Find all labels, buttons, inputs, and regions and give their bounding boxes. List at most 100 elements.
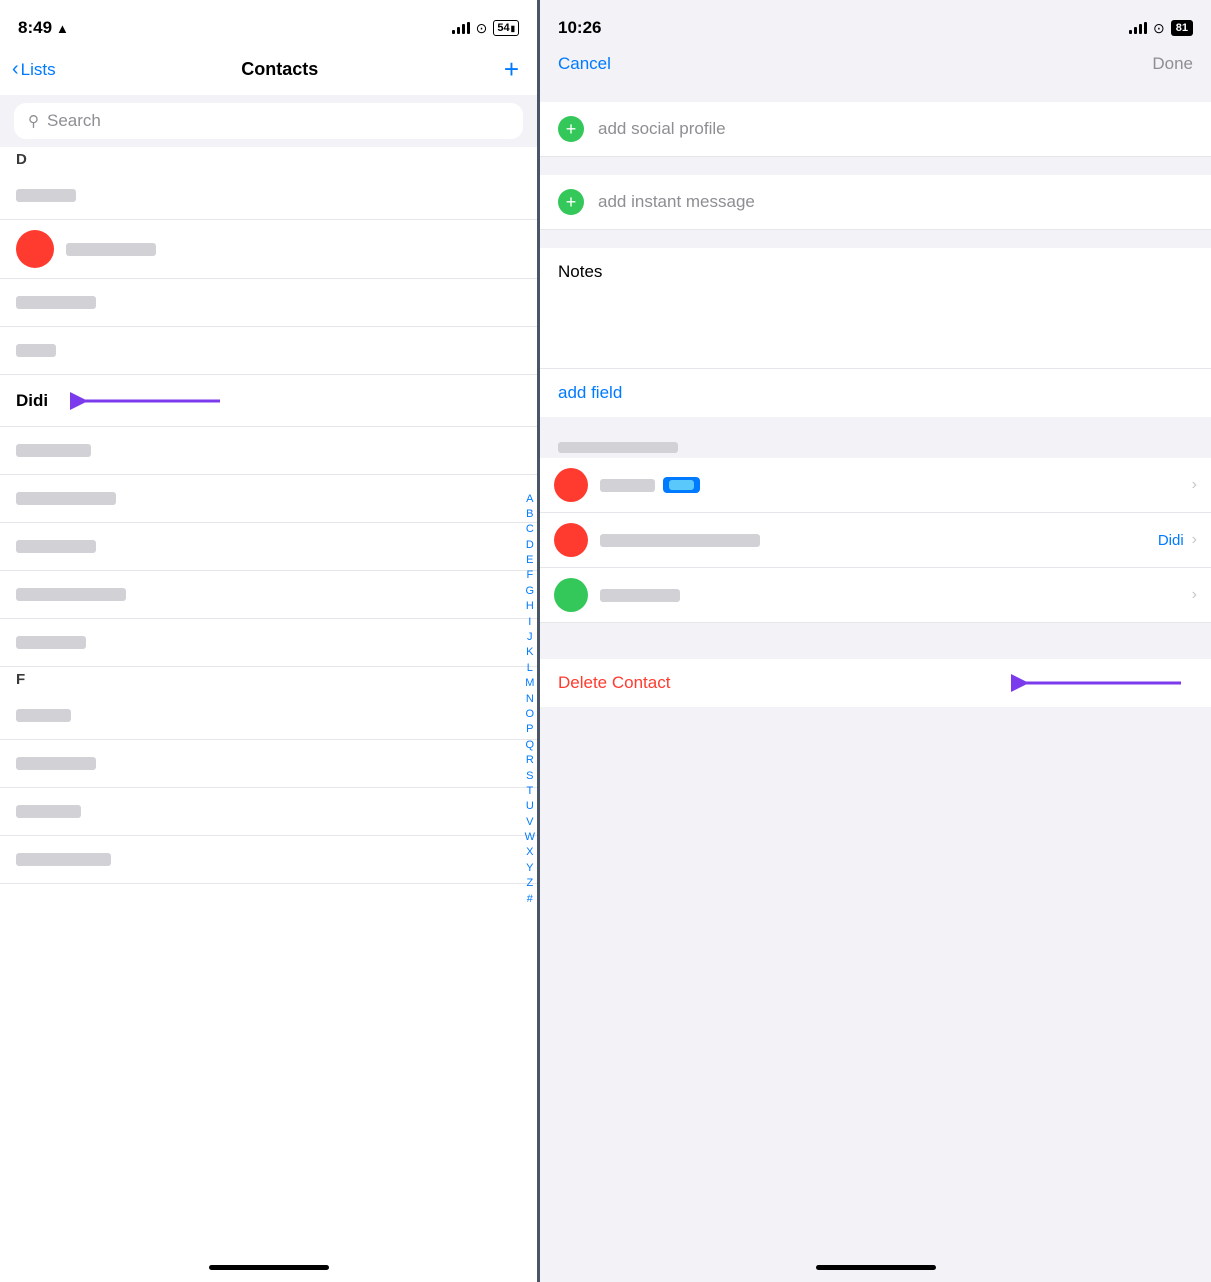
alpha-Y[interactable]: Y (526, 861, 533, 876)
contact-name-blur (16, 853, 111, 866)
alpha-L[interactable]: L (527, 661, 533, 676)
page-title: Contacts (241, 59, 318, 80)
section-f: F (0, 667, 537, 692)
add-instant-message-row[interactable]: + add instant message (540, 175, 1211, 230)
plus-icon: + (566, 120, 577, 138)
list-item[interactable] (0, 692, 537, 740)
home-indicator-right (540, 1252, 1211, 1282)
list-item[interactable] (0, 523, 537, 571)
chevron-left-icon: ‹ (12, 58, 19, 81)
alpha-I[interactable]: I (528, 615, 531, 630)
right-content: + add social profile + add instant messa… (540, 84, 1211, 1252)
didi-contact-row[interactable]: Didi (0, 375, 537, 427)
linked-name-blur-2 (600, 534, 1158, 547)
right-panel: 10:26 ⊙ 81 Cancel Done + add social prof (540, 0, 1211, 1282)
notes-section[interactable]: Notes (540, 248, 1211, 368)
blurred-section-title (558, 439, 1193, 458)
list-item[interactable] (0, 427, 537, 475)
alpha-B[interactable]: B (526, 507, 533, 522)
done-button[interactable]: Done (1152, 54, 1193, 74)
battery-icon: 54 ▮ (493, 20, 519, 36)
linked-contact-3[interactable]: › (540, 568, 1211, 623)
alpha-X[interactable]: X (526, 846, 533, 861)
linked-didi-name: Didi (1158, 532, 1184, 549)
alpha-O[interactable]: O (526, 707, 535, 722)
contact-name-blur (16, 588, 126, 601)
linked-contact-1[interactable]: › (540, 458, 1211, 513)
status-icons-right: ⊙ 81 (1129, 20, 1193, 37)
search-bar-container: ⚲ Search (0, 95, 537, 147)
section-gap-5 (540, 623, 1211, 641)
plus-icon-2: + (566, 193, 577, 211)
alpha-H[interactable]: H (526, 599, 534, 614)
alpha-Z[interactable]: Z (526, 876, 533, 891)
alpha-E[interactable]: E (526, 553, 533, 568)
list-item[interactable] (0, 619, 537, 667)
location-icon: ▲ (56, 21, 69, 36)
list-item[interactable] (0, 836, 537, 884)
contact-name-blur (16, 296, 96, 309)
alpha-T[interactable]: T (526, 784, 533, 799)
back-button[interactable]: ‹ Lists (12, 58, 56, 81)
list-item[interactable] (0, 788, 537, 836)
alphabet-index[interactable]: A B C D E F G H I J K L M N O P Q R S T … (525, 492, 535, 908)
alpha-W[interactable]: W (525, 830, 535, 845)
contact-name-blur (16, 709, 71, 722)
contact-name-blur (16, 636, 86, 649)
contact-name-blur (16, 805, 81, 818)
avatar (16, 230, 54, 268)
list-item[interactable] (0, 475, 537, 523)
search-bar[interactable]: ⚲ Search (14, 103, 523, 139)
home-indicator-left (0, 1252, 537, 1282)
time-right: 10:26 (558, 18, 601, 38)
delete-contact-section[interactable]: Delete Contact (540, 659, 1211, 707)
linked-contact-2[interactable]: Didi › (540, 513, 1211, 568)
alpha-K[interactable]: K (526, 646, 533, 661)
alpha-A[interactable]: A (526, 492, 533, 507)
alpha-N[interactable]: N (526, 692, 534, 707)
wifi-icon-right: ⊙ (1153, 20, 1165, 37)
alpha-C[interactable]: C (526, 523, 534, 538)
list-item[interactable] (0, 172, 537, 220)
avatar-2 (554, 523, 588, 557)
list-item[interactable] (0, 327, 537, 375)
alpha-U[interactable]: U (526, 800, 534, 815)
list-item[interactable] (0, 279, 537, 327)
add-field-label: add field (558, 383, 622, 402)
delete-contact-button[interactable]: Delete Contact (558, 673, 670, 693)
status-icons-left: ⊙ 54 ▮ (452, 20, 519, 37)
alpha-F[interactable]: F (526, 569, 533, 584)
add-social-profile-row[interactable]: + add social profile (540, 102, 1211, 157)
time-left: 8:49 (18, 18, 52, 38)
list-item[interactable] (0, 220, 537, 279)
alpha-M[interactable]: M (525, 676, 534, 691)
contact-name-blur (16, 492, 116, 505)
list-item[interactable] (0, 571, 537, 619)
notes-label: Notes (558, 262, 602, 281)
alpha-D[interactable]: D (526, 538, 534, 553)
alpha-Q[interactable]: Q (526, 738, 535, 753)
alpha-G[interactable]: G (526, 584, 535, 599)
chevron-right-icon-3: › (1192, 586, 1197, 604)
contact-name-blur (16, 540, 96, 553)
alpha-R[interactable]: R (526, 753, 534, 768)
alpha-J[interactable]: J (527, 630, 533, 645)
contact-name-blur (16, 444, 91, 457)
delete-arrow-annotation (991, 663, 1191, 703)
cancel-button[interactable]: Cancel (558, 54, 611, 74)
add-field-row[interactable]: add field (540, 368, 1211, 417)
alpha-hash[interactable]: # (527, 892, 533, 907)
status-bar-left: 8:49 ▲ ⊙ 54 ▮ (0, 0, 537, 50)
nav-bar-left: ‹ Lists Contacts + (0, 50, 537, 95)
add-contact-button[interactable]: + (504, 54, 519, 85)
alpha-S[interactable]: S (526, 769, 533, 784)
status-bar-right: 10:26 ⊙ 81 (540, 0, 1211, 50)
didi-arrow-annotation (60, 381, 230, 421)
section-d: D (0, 147, 537, 172)
list-item[interactable] (0, 740, 537, 788)
nav-bar-right: Cancel Done (540, 50, 1211, 84)
alpha-P[interactable]: P (526, 723, 533, 738)
linked-name-blur-3 (600, 589, 1192, 602)
alpha-V[interactable]: V (526, 815, 533, 830)
chevron-right-icon-2: › (1192, 531, 1197, 549)
